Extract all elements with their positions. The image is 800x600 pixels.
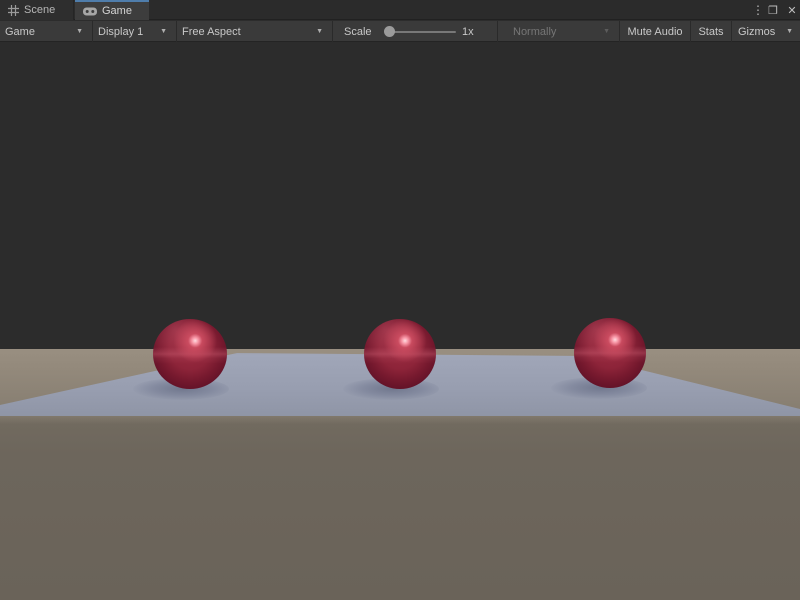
mute-audio-button[interactable]: Mute Audio (619, 21, 690, 42)
sky-gradient (0, 43, 800, 350)
view-mode-dropdown[interactable]: Game ▼ (0, 21, 93, 42)
tab-game-label: Game (102, 5, 132, 17)
red-sphere (574, 318, 646, 388)
gamepad-icon (83, 7, 97, 16)
chevron-down-icon: ▼ (160, 28, 167, 35)
unity-game-view-window: Scene Game ⋮ ❐ ✕ Game ▼ Display 1 ▼ (0, 0, 800, 600)
tab-scene[interactable]: Scene (0, 0, 74, 20)
tab-scene-label: Scene (24, 4, 55, 16)
tab-game[interactable]: Game (75, 0, 149, 20)
tab-bar: Scene Game ⋮ ❐ ✕ (0, 0, 800, 20)
chevron-down-icon: ▼ (316, 28, 323, 35)
chevron-down-icon: ▼ (603, 28, 610, 35)
slider-knob[interactable] (384, 26, 395, 37)
maximize-icon[interactable]: ❐ (767, 4, 779, 17)
display-dropdown[interactable]: Display 1 ▼ (93, 21, 177, 42)
game-view-toolbar: Game ▼ Display 1 ▼ Free Aspect ▼ Scale 1… (0, 21, 800, 42)
game-viewport[interactable] (0, 43, 800, 600)
stats-button[interactable]: Stats (690, 21, 731, 42)
chevron-down-icon: ▼ (76, 28, 83, 35)
red-sphere (364, 319, 436, 389)
window-controls: ⋮ ❐ ✕ (752, 0, 798, 20)
play-mode-dropdown[interactable]: Normally ▼ (497, 21, 619, 42)
scale-label: Scale (338, 21, 384, 42)
slider-track (392, 31, 456, 33)
close-icon[interactable]: ✕ (786, 4, 798, 17)
chevron-down-icon: ▼ (786, 28, 793, 35)
scale-value: 1x (462, 21, 492, 42)
aspect-ratio-dropdown[interactable]: Free Aspect ▼ (177, 21, 333, 42)
scale-slider[interactable] (384, 21, 458, 42)
gizmos-dropdown-button[interactable]: Gizmos ▼ (731, 21, 800, 42)
kebab-menu-icon[interactable]: ⋮ (752, 3, 760, 17)
grid-icon (8, 5, 19, 16)
red-sphere (153, 319, 227, 389)
